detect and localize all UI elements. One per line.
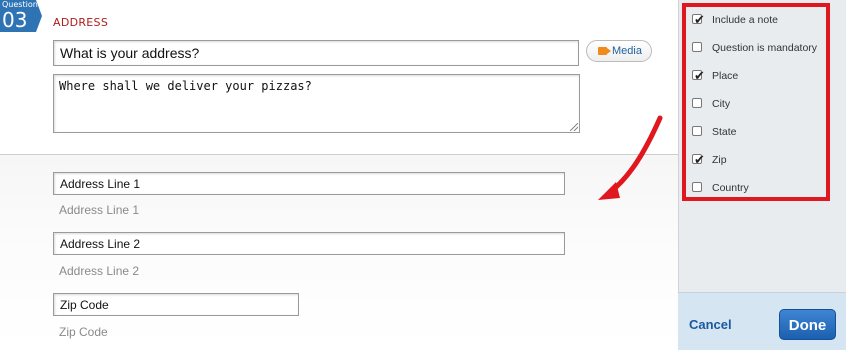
checkbox-icon[interactable]: [692, 182, 702, 192]
zip-code-hint: Zip Code: [59, 325, 108, 339]
question-number-badge: Question 03: [0, 0, 42, 32]
checkmark-icon: ✔: [694, 152, 705, 167]
checkmark-icon: ✔: [694, 68, 705, 83]
checkbox-icon[interactable]: [692, 98, 702, 108]
red-arrow-icon: [598, 115, 663, 200]
option-label: Place: [712, 70, 739, 82]
checkbox-icon[interactable]: ✔: [692, 12, 705, 27]
option-label: Country: [712, 182, 749, 194]
question-editor: Question 03 ADDRESS What is your address…: [0, 0, 678, 349]
address-line-1-field[interactable]: Address Line 1: [53, 172, 565, 195]
panel-footer: Cancel Done: [678, 292, 846, 350]
zip-code-field[interactable]: Zip Code: [53, 293, 299, 316]
checkbox-icon[interactable]: ✔: [692, 68, 705, 83]
address-preview: Address Line 1 Address Line 1 Address Li…: [0, 155, 678, 349]
options-list: ✔ Include a note Question is mandatory ✔…: [682, 3, 830, 201]
checkbox-icon[interactable]: [692, 126, 702, 136]
address-line-1-hint: Address Line 1: [59, 203, 140, 217]
address-line-2-field[interactable]: Address Line 2: [53, 232, 565, 255]
done-button[interactable]: Done: [779, 309, 836, 340]
question-description-textarea[interactable]: Where shall we deliver your pizzas?: [53, 74, 580, 133]
resize-handle-icon[interactable]: [570, 123, 578, 131]
option-label: Question is mandatory: [712, 42, 818, 54]
media-button[interactable]: Media: [586, 40, 652, 62]
checkbox-icon[interactable]: [692, 42, 702, 52]
option-label: State: [712, 126, 737, 138]
cancel-button[interactable]: Cancel: [689, 317, 732, 332]
address-line-2-hint: Address Line 2: [59, 264, 140, 278]
question-badge-number: 03: [2, 8, 28, 32]
media-label: Media: [612, 45, 642, 57]
question-title-input[interactable]: What is your address?: [53, 40, 579, 66]
option-label: Zip: [712, 154, 727, 166]
address-line-2-label: Address Line 2: [60, 237, 141, 251]
description-text: Where shall we deliver your pizzas?: [59, 79, 312, 93]
option-label: City: [712, 98, 731, 110]
zip-code-label: Zip Code: [60, 298, 109, 312]
camera-icon: [598, 47, 611, 55]
checkbox-icon[interactable]: ✔: [692, 152, 705, 167]
question-type-label: ADDRESS: [53, 16, 109, 29]
checkmark-icon: ✔: [694, 12, 705, 27]
address-line-1-label: Address Line 1: [60, 177, 141, 191]
option-label: Include a note: [712, 14, 778, 26]
